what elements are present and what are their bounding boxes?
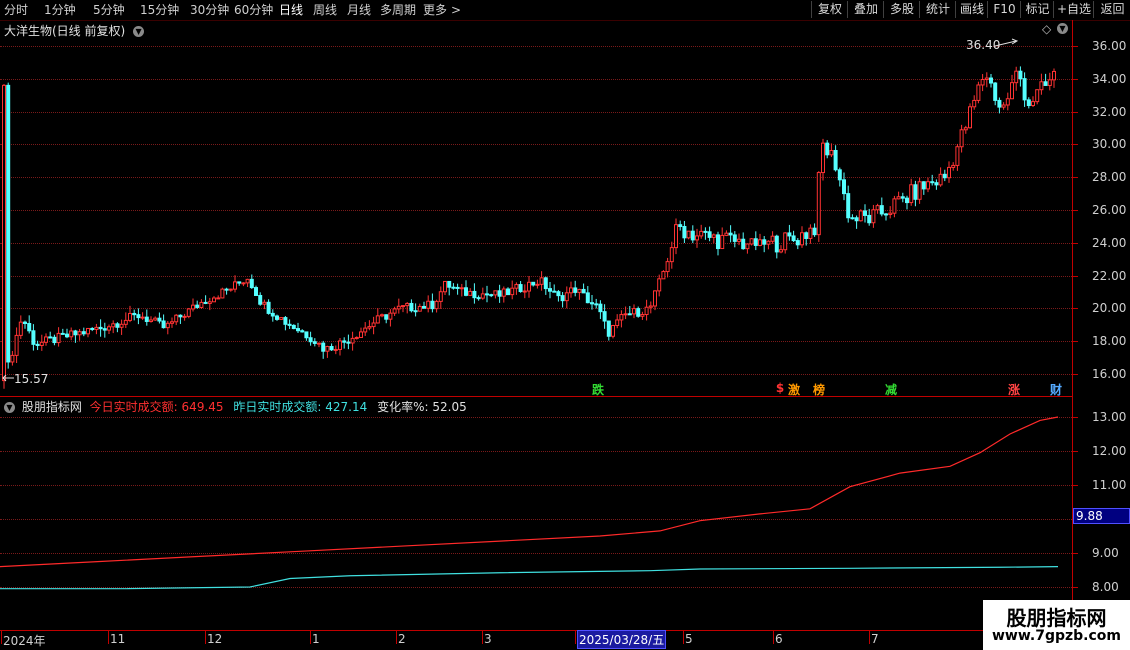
axis-tick (1073, 177, 1078, 179)
indicator-axis-label: 8.00 (1092, 580, 1119, 594)
date-axis-tick (1, 630, 2, 644)
price-axis-label: 18.00 (1092, 334, 1127, 349)
date-axis-tick (108, 630, 109, 644)
date-axis-label: 3 (484, 632, 492, 646)
watermark: 股朋指标网 www.7gpzb.com (983, 600, 1130, 650)
date-axis-tick (869, 630, 870, 644)
axis-tick (1073, 308, 1078, 310)
date-axis-label: 11 (110, 632, 126, 646)
axis-tick (1073, 374, 1078, 375)
date-axis-tick (205, 630, 206, 644)
date-axis-tick (482, 630, 483, 644)
price-axis-label: 34.00 (1092, 71, 1127, 86)
date-axis-label: 2 (398, 632, 406, 646)
back-button[interactable]: 返回 (1093, 1, 1130, 18)
price-axis-label: 26.00 (1092, 203, 1127, 217)
date-axis-label: 1 (312, 632, 320, 646)
date-axis-label: 6 (775, 632, 783, 646)
date-axis-label: 5 (685, 632, 693, 646)
price-axis-label: 20.00 (1092, 301, 1127, 316)
watermark-title: 股朋指标网 (1006, 606, 1107, 630)
price-axis-label: 16.00 (1092, 367, 1127, 381)
current-value-text: 9.88 (1076, 509, 1103, 523)
axis-tick (1073, 417, 1078, 418)
axis-tick (1073, 46, 1078, 47)
date-axis-tick (310, 630, 311, 644)
axis-tick (1073, 587, 1078, 588)
watermark-url: www.7gpzb.com (991, 628, 1121, 644)
today-amount-line[interactable] (0, 416, 1059, 568)
indicator-axis-label: 11.00 (1092, 478, 1127, 492)
indicator-chart[interactable] (0, 397, 1072, 630)
date-axis-label: 12 (207, 632, 223, 646)
axis-tick (1073, 210, 1078, 211)
indicator-axis-label: 13.00 (1092, 410, 1127, 424)
axis-tick (1073, 341, 1078, 343)
axis-tick (1073, 111, 1078, 113)
date-axis-tick (683, 630, 684, 644)
indicator-axis-label: 9.00 (1092, 546, 1119, 560)
axis-tick (1073, 275, 1078, 277)
price-axis-label: 22.00 (1092, 268, 1127, 283)
axis-tick (1073, 242, 1078, 244)
price-axis-label: 28.00 (1092, 170, 1127, 185)
date-axis-tick (396, 630, 397, 644)
price-axis-label: 32.00 (1092, 104, 1127, 119)
indicator-axis-label: 12.00 (1092, 444, 1127, 458)
axis-tick (1073, 78, 1078, 80)
date-axis-line (0, 630, 1072, 631)
price-axis-label: 24.00 (1092, 235, 1127, 250)
price-axis-label: 30.00 (1092, 137, 1127, 152)
event-marker-dollar[interactable]: $ (773, 381, 787, 395)
date-axis-tick (575, 630, 576, 644)
axis-tick (1073, 451, 1078, 452)
date-axis-label: 7 (871, 632, 879, 646)
high-low-arrows (2, 38, 1019, 382)
date-axis-label: 2025/03/28/五 (577, 630, 667, 649)
current-value-box: 9.88 (1073, 508, 1130, 524)
axis-tick (1073, 553, 1078, 554)
yesterday-amount-line[interactable] (0, 566, 1059, 590)
axis-tick (1073, 485, 1078, 486)
price-axis-label: 36.00 (1092, 39, 1127, 53)
date-axis-label: 2024年 (3, 634, 46, 648)
date-axis-tick (773, 630, 774, 644)
axis-tick (1073, 144, 1078, 146)
